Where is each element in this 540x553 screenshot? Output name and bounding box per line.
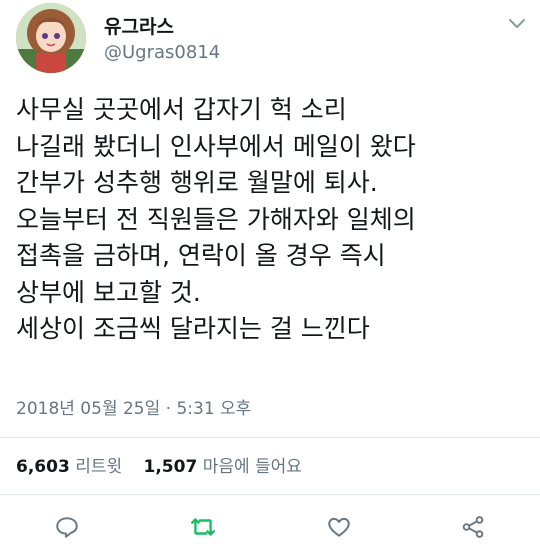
tweet-text: 사무실 곳곳에서 갑자기 헉 소리 나길래 봤더니 인사부에서 메일이 왔다 간…	[16, 92, 531, 348]
tweet-stats: 6,603 리트윗 1,507 마음에 들어요	[16, 452, 318, 477]
display-name[interactable]: 유그라스	[104, 12, 174, 39]
share-icon[interactable]	[458, 512, 488, 542]
like-icon[interactable]	[324, 512, 354, 542]
avatar[interactable]	[16, 3, 86, 73]
tweet-line: 사무실 곳곳에서 갑자기 헉 소리	[16, 95, 347, 124]
likes-label[interactable]: 마음에 들어요	[203, 457, 302, 477]
reply-icon[interactable]	[52, 512, 82, 542]
divider	[0, 494, 540, 495]
chevron-down-icon[interactable]	[508, 16, 526, 30]
tweet-line: 상부에 보고할 것.	[16, 277, 201, 307]
likes-count[interactable]: 1,507	[144, 457, 198, 477]
user-handle[interactable]: @Ugras0814	[104, 42, 220, 63]
retweets-count[interactable]: 6,603	[16, 457, 70, 477]
divider	[0, 437, 540, 438]
tweet-line: 세상이 조금씩 달라지는 걸 느낀다	[16, 314, 370, 343]
tweet-line: 간부가 성추행 행위로 월말에 퇴사.	[16, 168, 378, 197]
tweet-timestamp[interactable]: 2018년 05월 25일 · 5:31 오후	[16, 394, 251, 419]
tweet-line: 오늘부터 전 직원들은 가해자와 일체의	[16, 204, 416, 234]
retweet-icon[interactable]	[188, 512, 218, 542]
tweet-line: 나길래 봤더니 인사부에서 메일이 왔다	[16, 131, 416, 161]
avatar-image	[16, 3, 86, 73]
retweets-label[interactable]: 리트윗	[75, 457, 122, 477]
tweet-line: 접촉을 금하며, 연락이 올 경우 즉시	[16, 241, 386, 270]
